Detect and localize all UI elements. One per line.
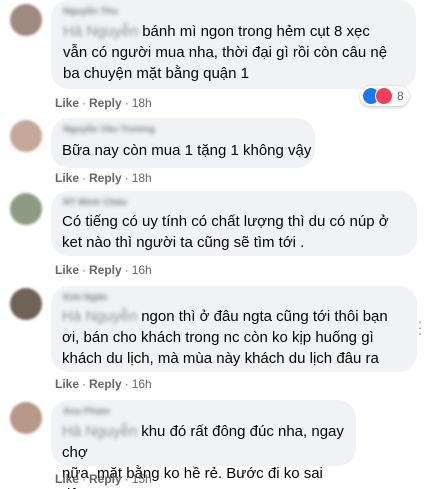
reply-button[interactable]: Reply (89, 377, 122, 391)
like-button[interactable]: Like (55, 171, 79, 185)
comment-timestamp[interactable]: 16h (132, 377, 152, 391)
mention-tag[interactable]: Hà Nguyễn (62, 423, 137, 440)
more-options-icon[interactable]: · · · (415, 314, 425, 340)
mention-tag[interactable]: Hà Nguyễn (63, 23, 138, 40)
reply-button[interactable]: Reply (89, 171, 122, 185)
comment-bubble: Anu Pham Hà Nguyễn khu đó rất đông đúc n… (51, 400, 356, 489)
comment-bubble: Nguyễn Văn Trương Bữa nay còn mua 1 tặng… (51, 118, 315, 168)
comment-bubble: Kim Ngân Hà Nguyễn ngon thì ở đâu ngta c… (51, 286, 417, 372)
comment-text: Bữa nay còn mua 1 tặng 1 không vậy (62, 142, 312, 159)
reply-button[interactable]: Reply (89, 96, 122, 110)
comment-author[interactable]: Nguyễn Văn Trương (63, 124, 155, 135)
comment-timestamp[interactable]: 18h (132, 171, 152, 185)
comment-actions: Like · Reply · 16h (55, 377, 152, 391)
comment-author[interactable]: NT Minh Châu (63, 197, 127, 208)
comment-timestamp[interactable]: 15h (132, 472, 152, 486)
comment-text: Hà Nguyễn bánh mì ngon trong hẻm cụt 8 x… (63, 21, 387, 84)
avatar[interactable] (10, 120, 42, 152)
love-reaction-icon (375, 87, 393, 105)
comment-timestamp[interactable]: 18h (132, 96, 152, 110)
comment-timestamp[interactable]: 16h (132, 263, 152, 277)
comment-author[interactable]: Kim Ngân (63, 292, 107, 303)
comment-thread: Nguyễn Thu Hà Nguyễn bánh mì ngon trong … (0, 0, 429, 489)
avatar[interactable] (10, 402, 42, 434)
comment-author[interactable]: Anu Pham (63, 406, 110, 417)
like-button[interactable]: Like (55, 377, 79, 391)
comment-author[interactable]: Nguyễn Thu (63, 6, 118, 17)
mention-tag[interactable]: Hà Nguyễn (62, 308, 137, 325)
comment-text: Có tiếng có uy tính có chất lượng thì du… (62, 213, 389, 251)
comment-bubble: NT Minh Châu Có tiếng có uy tính có chất… (51, 191, 417, 256)
reply-button[interactable]: Reply (89, 263, 122, 277)
comment-bubble: Nguyễn Thu Hà Nguyễn bánh mì ngon trong … (51, 0, 416, 89)
comment-text: Hà Nguyễn ngon thì ở đâu ngta cũng tới t… (62, 306, 388, 369)
comment-actions: Like · Reply · 15h (55, 472, 152, 486)
reaction-count: 8 (397, 89, 404, 103)
like-button[interactable]: Like (55, 263, 79, 277)
avatar[interactable] (10, 288, 42, 320)
comment-actions: Like · Reply · 18h (55, 171, 152, 185)
reply-button[interactable]: Reply (89, 472, 122, 486)
comment-actions: Like · Reply · 18h (55, 96, 152, 110)
avatar[interactable] (10, 193, 42, 225)
reaction-summary[interactable]: 8 (360, 86, 409, 106)
comment-actions: Like · Reply · 16h (55, 263, 152, 277)
like-button[interactable]: Like (55, 96, 79, 110)
like-button[interactable]: Like (55, 472, 79, 486)
avatar[interactable] (10, 4, 42, 36)
